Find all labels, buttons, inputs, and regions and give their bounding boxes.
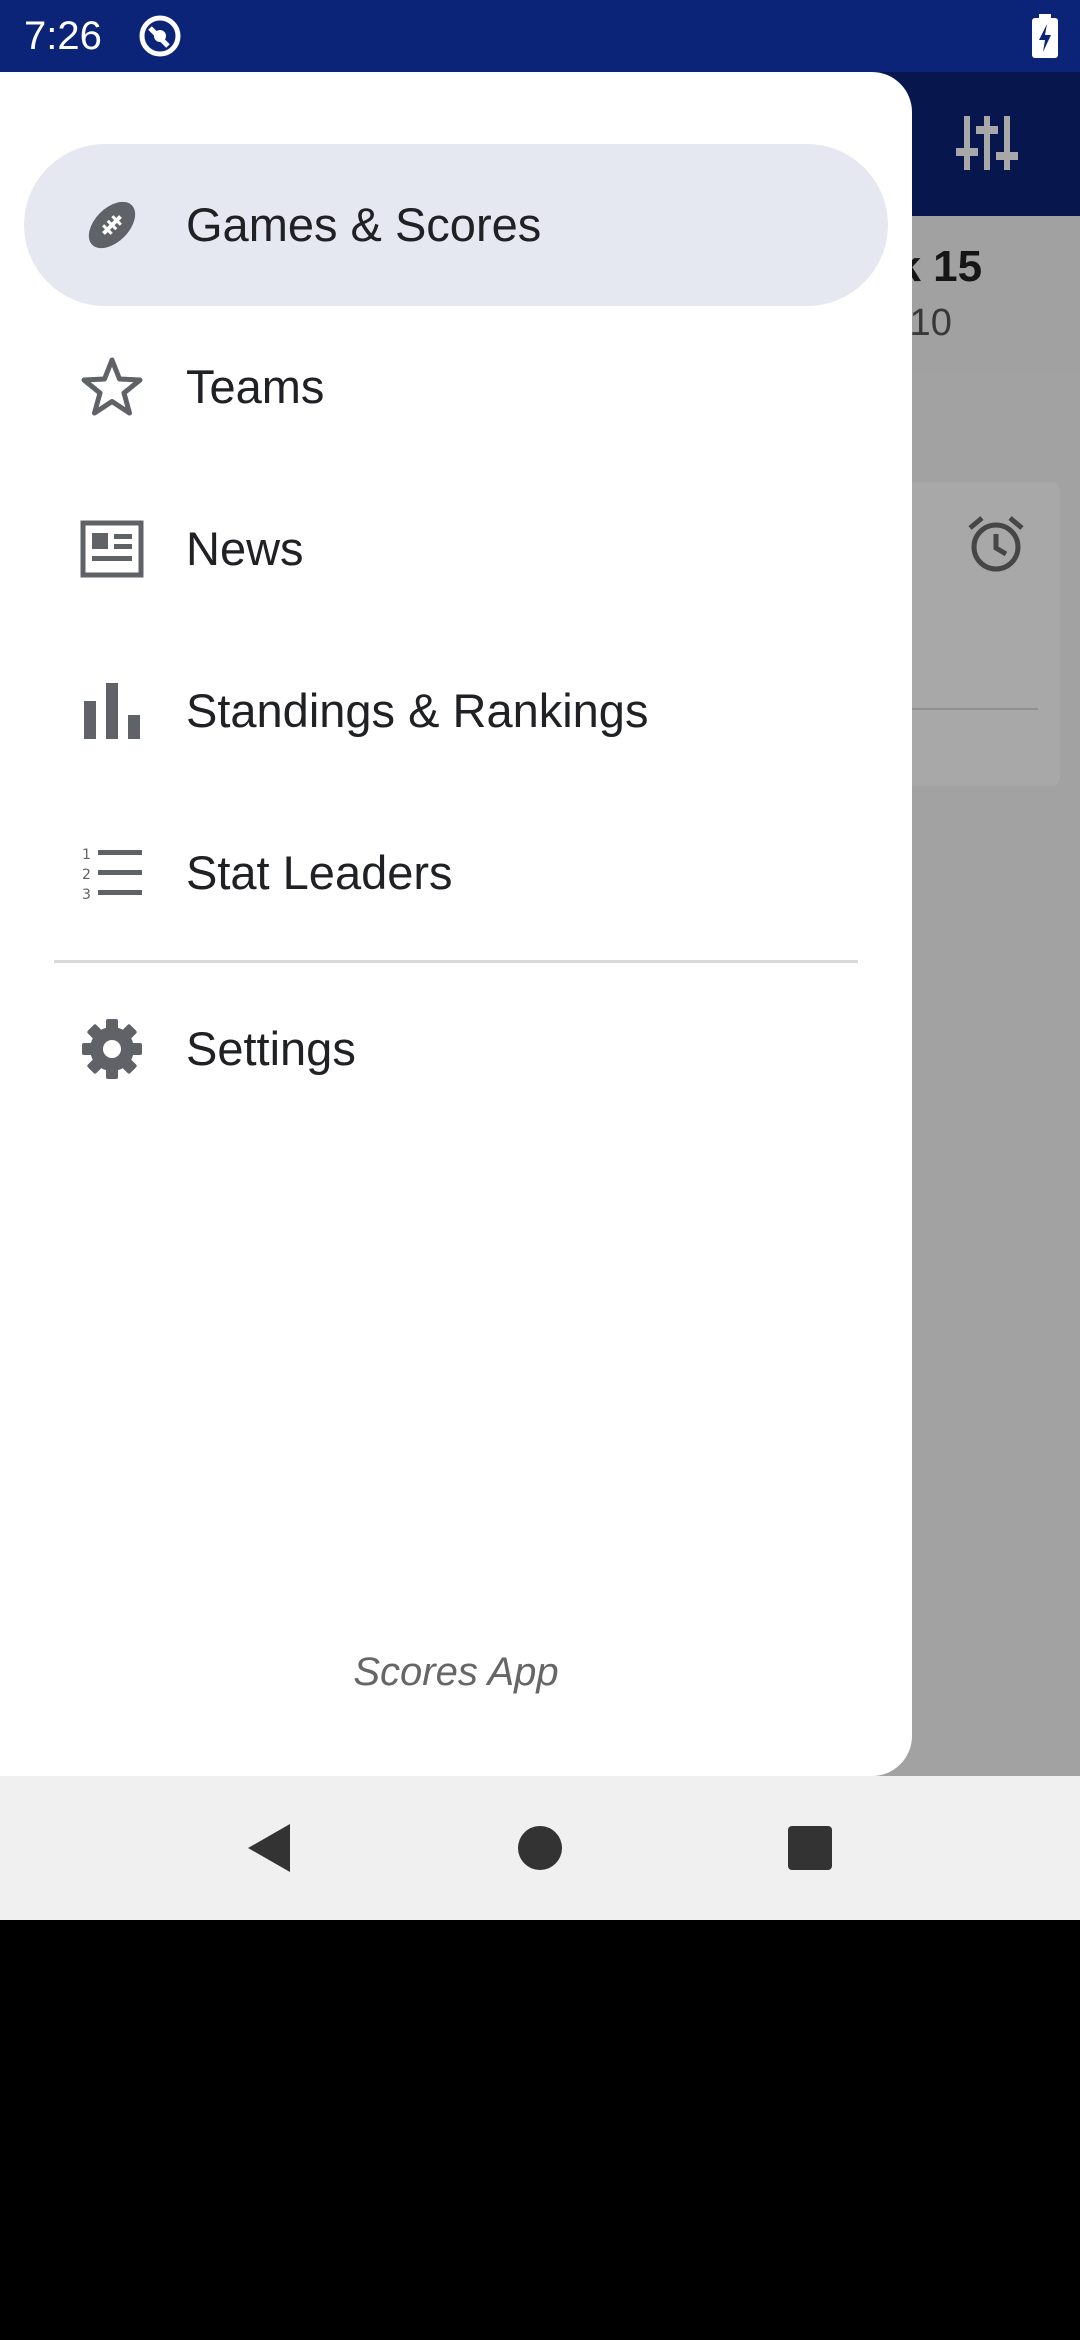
drawer-item-teams[interactable]: Teams <box>24 306 888 468</box>
gear-icon <box>82 1019 142 1079</box>
star-icon <box>81 357 143 416</box>
recents-icon[interactable] <box>774 1812 846 1884</box>
drawer-item-stat-leaders[interactable]: 1 2 3 Stat Leaders <box>24 792 888 954</box>
home-icon[interactable] <box>504 1812 576 1884</box>
svg-text:1: 1 <box>82 847 91 863</box>
newspaper-icon <box>80 520 144 578</box>
battery-charging-icon <box>1032 14 1058 58</box>
app-notification-icon <box>139 15 181 57</box>
numbered-list-icon: 1 2 3 <box>82 847 142 903</box>
football-icon <box>88 201 136 249</box>
drawer-item-label: Games & Scores <box>186 198 542 251</box>
drawer-item-label: News <box>186 522 304 575</box>
svg-text:2: 2 <box>82 867 91 883</box>
drawer-item-standings-rankings[interactable]: Standings & Rankings <box>24 630 888 792</box>
system-navigation-bar <box>0 1776 1080 1920</box>
status-bar: 7:26 <box>0 0 1080 72</box>
svg-text:3: 3 <box>82 887 91 903</box>
drawer-item-news[interactable]: News <box>24 468 888 630</box>
screen: 7:26 ek 15 c 10 Games & Scores Teams New… <box>0 0 1080 1920</box>
drawer-item-settings[interactable]: Settings <box>24 968 888 1130</box>
drawer-item-label: Settings <box>186 1022 356 1075</box>
drawer-item-label: Stat Leaders <box>186 846 453 899</box>
drawer-item-label: Teams <box>186 360 325 413</box>
drawer-item-label: Standings & Rankings <box>186 684 649 737</box>
bar-chart-icon <box>84 683 140 739</box>
drawer-item-games-scores[interactable]: Games & Scores <box>24 144 888 306</box>
status-time: 7:26 <box>24 14 102 58</box>
drawer-divider <box>54 960 858 963</box>
drawer-footer-app-name: Scores App <box>353 1650 559 1694</box>
navigation-drawer: Games & Scores Teams News Standings & Ra… <box>0 72 912 1776</box>
back-icon[interactable] <box>232 1812 304 1884</box>
